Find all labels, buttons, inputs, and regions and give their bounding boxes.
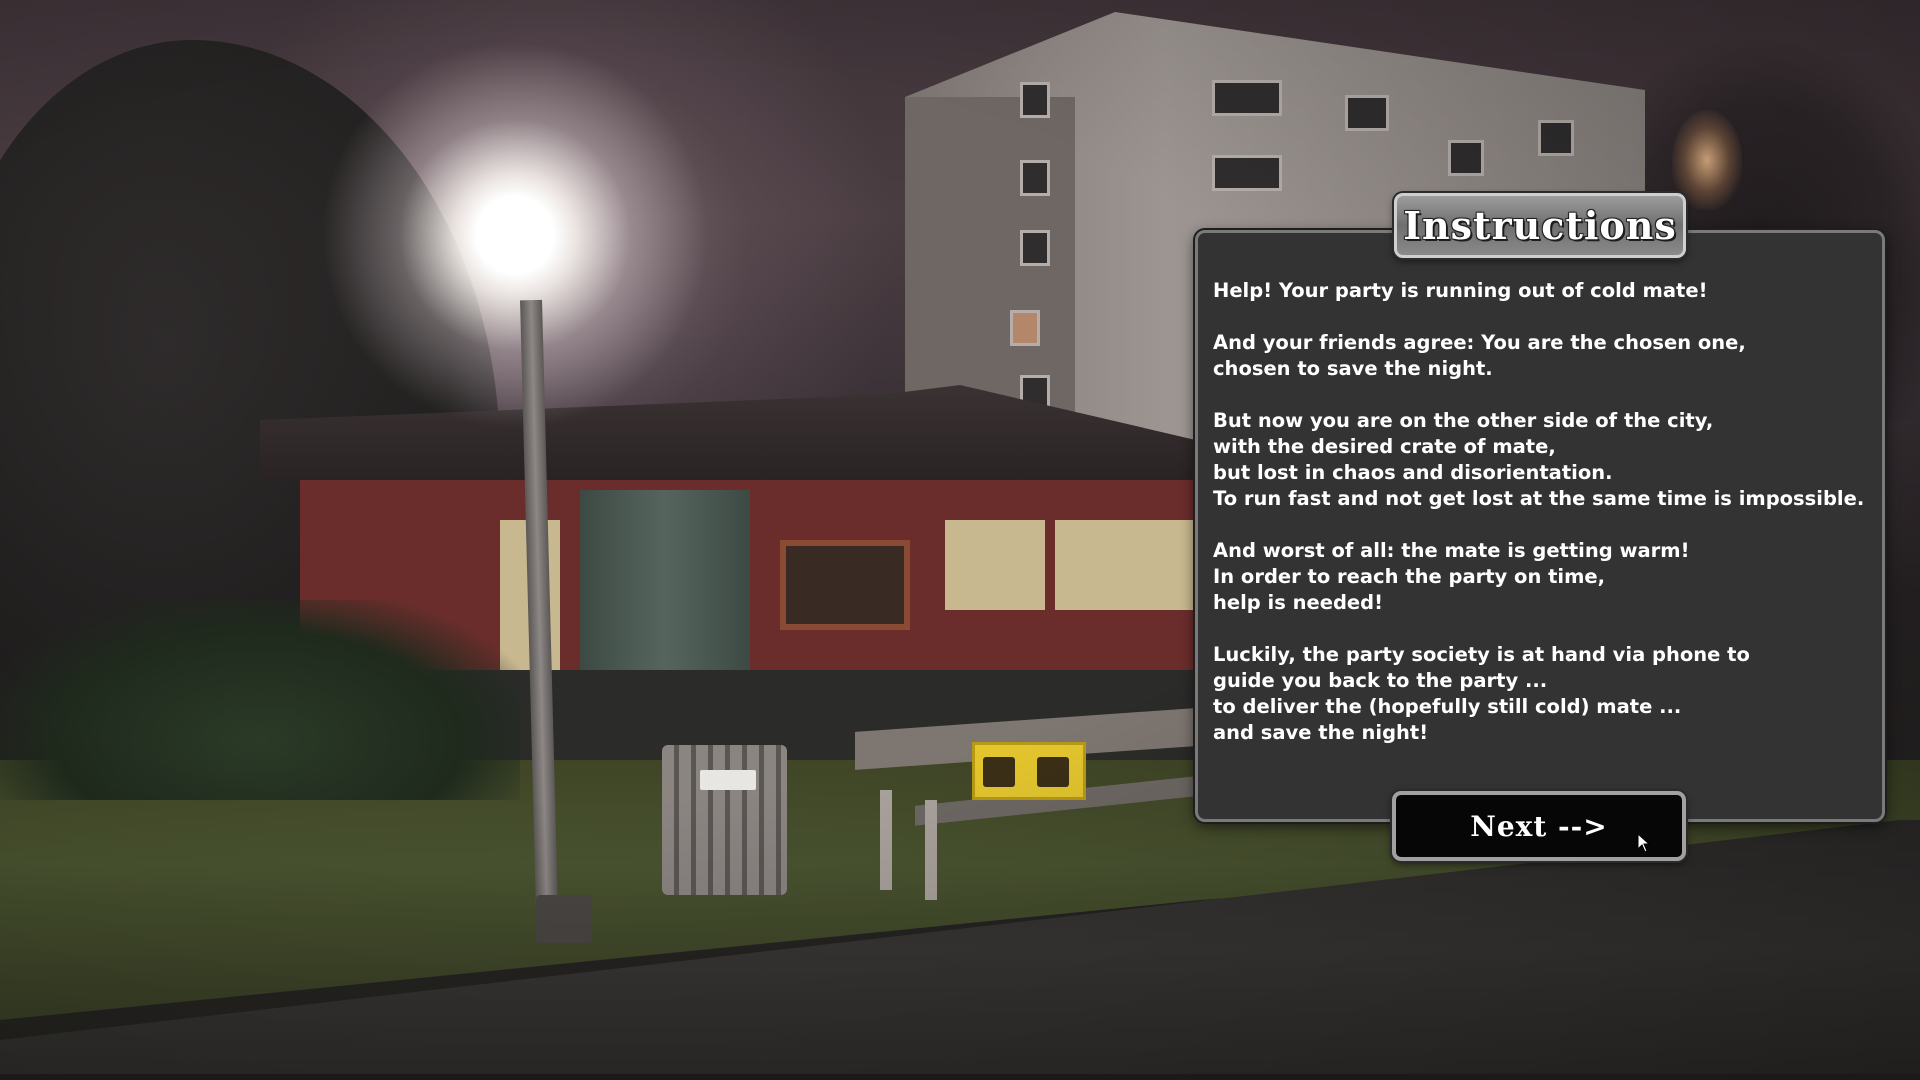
instructions-paragraph: Luckily, the party society is at hand vi… [1213,642,1881,746]
instructions-paragraph: But now you are on the other side of the… [1213,408,1881,512]
instructions-line: and save the night! [1213,721,1429,744]
instructions-line: To run fast and not get lost at the same… [1213,487,1865,510]
instructions-line: with the desired crate of mate, [1213,435,1556,458]
next-button-label: Next --> [1470,809,1608,843]
instructions-line: guide you back to the party ... [1213,669,1548,692]
instructions-paragraph: And worst of all: the mate is getting wa… [1213,538,1881,616]
instructions-paragraph: Help! Your party is running out of cold … [1213,278,1881,304]
instructions-title-plate: Instructions [1394,193,1686,258]
instructions-line: to deliver the (hopefully still cold) ma… [1213,695,1682,718]
bottom-border [0,1074,1920,1080]
instructions-line: but lost in chaos and disorientation. [1213,461,1613,484]
instructions-line: And worst of all: the mate is getting wa… [1213,539,1690,562]
instructions-paragraph: And your friends agree: You are the chos… [1213,330,1881,382]
instructions-line: Help! Your party is running out of cold … [1213,279,1708,302]
instructions-body: Help! Your party is running out of cold … [1213,278,1881,746]
instructions-line: And your friends agree: You are the chos… [1213,331,1746,354]
instructions-title: Instructions [1403,203,1677,248]
instructions-line: Luckily, the party society is at hand vi… [1213,643,1750,666]
instructions-line: In order to reach the party on time, [1213,565,1606,588]
instructions-line: help is needed! [1213,591,1383,614]
mouse-cursor-icon [1637,833,1651,853]
instructions-line: But now you are on the other side of the… [1213,409,1714,432]
instructions-line: chosen to save the night. [1213,357,1493,380]
